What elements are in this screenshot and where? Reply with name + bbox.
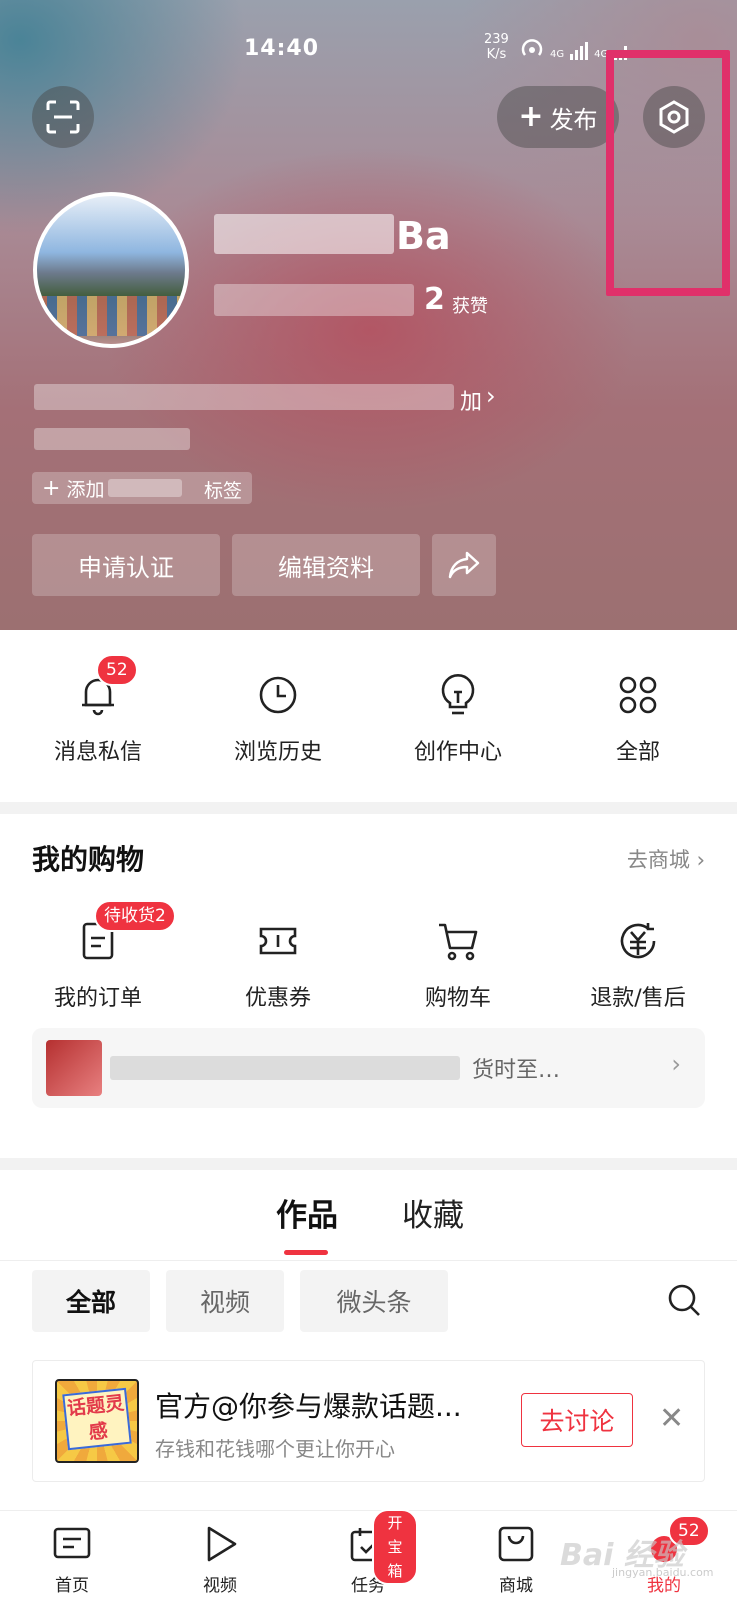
edit-profile-button[interactable]: 编辑资料: [232, 534, 420, 596]
filter-micro-headline[interactable]: 微头条: [300, 1270, 448, 1332]
shopping-cart[interactable]: 购物车: [378, 916, 538, 1012]
nav-mall[interactable]: 商城: [466, 1521, 566, 1596]
signal-bars-icon: [570, 42, 589, 60]
scan-icon: [46, 100, 80, 134]
share-arrow-icon: [448, 551, 480, 579]
cart-icon: [439, 923, 478, 961]
bio-blurred: [34, 384, 454, 410]
works-section: 作品 收藏 全部 视频 微头条 话题灵感 官方@你参与爆款话题... 存钱和花钱…: [0, 1170, 737, 1510]
profile-header: 14:40 239 K/s 4G 4G + 发布 Ba 2 获赞 加 › + 添…: [0, 0, 737, 630]
nav-video[interactable]: 视频: [170, 1521, 270, 1596]
shop-item-label: 我的订单: [53, 986, 142, 1011]
qa-label: 浏览历史: [233, 740, 322, 765]
plus-icon: +: [42, 475, 61, 501]
coupon-icon: [259, 927, 297, 955]
clock-icon: [259, 676, 297, 714]
my-orders[interactable]: 待收货2 我的订单: [18, 900, 178, 1012]
filter-all[interactable]: 全部: [32, 1270, 150, 1332]
shop-item-label: 退款/售后: [590, 986, 686, 1011]
close-icon[interactable]: ✕: [659, 1401, 684, 1436]
net-speed-unit: K/s: [486, 47, 507, 62]
topic-promo-card[interactable]: 话题灵感 官方@你参与爆款话题... 存钱和花钱哪个更让你开心 去讨论 ✕: [32, 1360, 705, 1482]
treasure-box-badge: 开宝箱: [372, 1509, 418, 1585]
likes-label: 获赞: [452, 296, 488, 317]
bio-chevron-icon[interactable]: ›: [486, 382, 496, 410]
grid-icon: [619, 676, 657, 714]
stats-blurred: [214, 284, 414, 316]
active-tab-indicator: [284, 1250, 328, 1255]
qa-label: 全部: [615, 740, 660, 765]
qa-messages[interactable]: 52 消息私信: [18, 654, 178, 766]
scan-button[interactable]: [32, 86, 94, 148]
publish-label: 发布: [549, 105, 598, 134]
topic-image-text: 话题灵感: [62, 1387, 132, 1451]
qa-all[interactable]: 全部: [558, 670, 718, 766]
tab-favorites[interactable]: 收藏: [402, 1190, 464, 1235]
tab-works[interactable]: 作品: [276, 1190, 338, 1235]
shop-item-label: 优惠券: [244, 986, 311, 1011]
qa-history[interactable]: 浏览历史: [198, 670, 358, 766]
nav-label: 商城: [499, 1576, 533, 1596]
go-to-mall-link[interactable]: 去商城 ›: [627, 844, 705, 874]
order-preview-tail: 货时至…: [472, 1058, 561, 1083]
topic-inspiration-image: 话题灵感: [55, 1379, 139, 1463]
order-thumbnail: [46, 1040, 102, 1096]
tag-blurred: [108, 479, 183, 497]
watermark-url: jingyan.baidu.com: [612, 1566, 714, 1579]
username-blurred: [214, 214, 394, 254]
qa-label: 消息私信: [53, 740, 142, 765]
qa-creator-center[interactable]: 创作中心: [378, 670, 538, 766]
go-to-mall-label: 去商城: [626, 848, 690, 872]
signal-label-1: 4G: [550, 49, 565, 60]
nav-label: 首页: [55, 1576, 89, 1596]
nav-tasks[interactable]: 开宝箱 任务: [318, 1509, 418, 1596]
bag-icon: [498, 1526, 534, 1562]
home-doc-icon: [53, 1527, 91, 1559]
shop-item-label: 购物车: [424, 986, 491, 1011]
refund-after-sales[interactable]: 退款/售后: [558, 916, 718, 1012]
username-suffix: Ba: [396, 214, 451, 258]
hotspot-icon: [521, 39, 543, 56]
tag-prefix: 添加: [66, 478, 105, 501]
discuss-button[interactable]: 去讨论: [521, 1393, 633, 1447]
filter-video[interactable]: 视频: [166, 1270, 284, 1332]
bio-end-text: 加: [460, 390, 483, 415]
order-preview-bar[interactable]: 货时至… ›: [32, 1028, 705, 1108]
share-button[interactable]: [432, 534, 496, 596]
search-icon: [668, 1284, 700, 1316]
add-tag-chip[interactable]: + 添加 标签: [32, 472, 252, 504]
net-speed: 239 K/s: [484, 32, 509, 62]
search-button[interactable]: [666, 1282, 702, 1322]
bio-line2-blurred: [34, 428, 190, 450]
coupons[interactable]: 优惠券: [198, 916, 358, 1012]
quick-actions: 52 消息私信 浏览历史 创作中心 全部: [0, 630, 737, 802]
status-time: 14:40: [244, 36, 320, 61]
chevron-right-icon: ›: [696, 848, 705, 872]
tag-suffix: 标签: [204, 480, 243, 502]
qa-label: 创作中心: [413, 740, 502, 765]
refund-icon: [620, 923, 656, 959]
messages-badge: 52: [96, 654, 138, 686]
tabs-divider: [0, 1260, 737, 1261]
net-speed-value: 239: [484, 32, 509, 47]
chevron-right-icon: ›: [671, 1050, 681, 1078]
avatar[interactable]: [33, 192, 189, 348]
plus-icon: +: [518, 99, 544, 134]
promo-title: 官方@你参与爆款话题...: [155, 1390, 462, 1423]
annotation-highlight-box: [606, 50, 730, 296]
play-icon: [207, 1526, 237, 1562]
shopping-title: 我的购物: [32, 843, 145, 876]
nav-home[interactable]: 首页: [22, 1521, 122, 1596]
promo-subtitle: 存钱和花钱哪个更让你开心: [155, 1437, 395, 1461]
publish-button[interactable]: + 发布: [497, 86, 619, 148]
apply-verification-button[interactable]: 申请认证: [32, 534, 220, 596]
to-receive-badge: 待收货2: [94, 900, 176, 932]
order-text-blurred: [110, 1056, 460, 1080]
likes-count-suffix: 2: [424, 282, 445, 317]
nav-label: 视频: [203, 1576, 237, 1596]
shopping-section: 我的购物 去商城 › 待收货2 我的订单 优惠券 购物车 退款/售后 货时至… …: [0, 814, 737, 1158]
bulb-icon: [441, 674, 475, 715]
